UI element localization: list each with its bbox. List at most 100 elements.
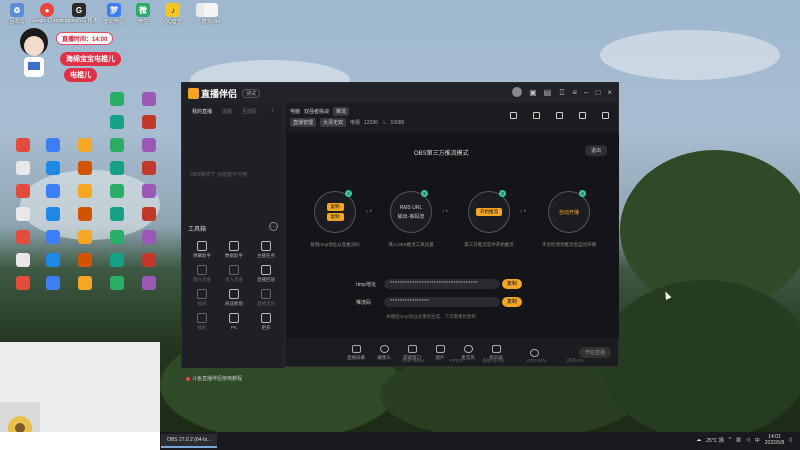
tool-item[interactable]: 数据助手 (218, 241, 250, 259)
clock[interactable]: 14:01 2022/5/8 (765, 434, 784, 446)
app-icon (110, 161, 124, 175)
maximize-icon[interactable]: □ (595, 88, 600, 97)
file-icon (204, 3, 218, 17)
tool-item[interactable]: 直播活动 (250, 289, 282, 307)
rtmp-hint: 关播后rtmp地址会重新生成，下次需重新复制 (386, 314, 476, 319)
system-tray: ☁ 25°C 阴 ^ ▥ ◁ 中 14:01 2022/5/8 ▯ (696, 434, 792, 446)
step-copy-button[interactable]: 复制 (326, 203, 344, 211)
step-start-button[interactable]: 开始推流 (476, 208, 502, 216)
app-icon (16, 253, 30, 267)
tab-my-live[interactable]: 我的直播 (192, 108, 212, 115)
rtmp-field[interactable]: ************************************ (384, 279, 500, 289)
app-icon (110, 276, 124, 290)
user-avatar[interactable] (512, 87, 523, 97)
tool-item[interactable]: 福利 (186, 313, 218, 331)
room-category[interactable]: 双强者挑战 (304, 108, 329, 115)
ime-icon[interactable]: 中 (755, 437, 760, 444)
app-icon (16, 184, 30, 198)
app-icon (46, 230, 60, 244)
tutorial-link[interactable]: 斗鱼直播伴侣使用教程 (192, 375, 242, 382)
push-chip[interactable]: 推流 (333, 107, 350, 116)
left-tabs: 我的直播 话题 互动区 + (182, 103, 284, 120)
anime-character-icon (20, 28, 48, 77)
tutorial-notice[interactable]: 斗鱼直播伴侣使用教程 (186, 375, 242, 382)
step-desc: 填入OBS推流工具设置 (388, 242, 434, 247)
tool-item[interactable]: PK (218, 313, 250, 331)
streamer-name-badge-2: 电棍儿 (64, 68, 97, 82)
desktop-icon[interactable] (68, 276, 102, 306)
step-number: 3 (499, 190, 506, 197)
copy-key-button[interactable]: 复制 (502, 297, 522, 307)
taskbar: OBS 27.0.2 (64-bi... ☁ 25°C 阴 ^ ▥ ◁ 中 14… (0, 432, 800, 450)
tool-icon (197, 313, 207, 323)
app-icon (110, 92, 124, 106)
desktop-icon-file2[interactable]: 酷狗.net (194, 3, 228, 33)
app-icon (16, 230, 30, 244)
network-icon[interactable]: ▥ (736, 437, 741, 443)
tool-item[interactable]: 主播任务 (250, 241, 282, 259)
tray-up-icon[interactable]: ^ (729, 437, 731, 443)
desktop-icon-qqmusic[interactable]: ♪ QQ音乐 (156, 3, 190, 33)
status-cpu: CPU:20% (527, 358, 547, 363)
tool-item[interactable]: 弹幕助手 (186, 241, 218, 259)
copy-rtmp-button[interactable]: 复制 (502, 279, 522, 289)
tool-item[interactable]: 更多 (250, 313, 282, 331)
app-icon (46, 253, 60, 267)
toolbox-grid: 弹幕助手 数据助手 主播任务观众连麦 多人连麦 直播回放福袋 商品橱窗 直播活动福利 PK 更多 (186, 241, 282, 331)
add-icon[interactable]: + (271, 108, 274, 115)
wallpaper-cloud (600, 30, 780, 80)
desktop-icon[interactable] (132, 276, 166, 306)
tab-interact[interactable]: 互动区 (242, 108, 257, 115)
tool-item[interactable]: 多人连麦 (218, 265, 250, 283)
notification-icon[interactable]: ▯ (789, 437, 792, 443)
tool-icon (261, 265, 271, 275)
desktop-icon[interactable] (36, 276, 70, 306)
go-live-button[interactable]: 开始直播 (578, 347, 611, 358)
tool-item[interactable]: 福袋 (186, 289, 218, 307)
app-icon (110, 115, 124, 129)
taskbar-obs[interactable]: OBS 27.0.2 (64-bi... (161, 434, 218, 448)
step-2: 2 RMS URL 输出·串码流 (390, 190, 432, 233)
tool-item[interactable]: 商品橱窗 (218, 289, 250, 307)
stream-key-field[interactable]: **************** (384, 297, 500, 307)
app-icon (46, 207, 60, 221)
tool-item[interactable]: 观众连麦 (186, 265, 218, 283)
share-icon[interactable] (602, 112, 609, 119)
clock-date: 2022/5/8 (764, 440, 785, 446)
tab-topic[interactable]: 话题 (222, 108, 232, 115)
gift-icon[interactable]: ▣ (529, 88, 537, 97)
close-icon[interactable]: × (607, 88, 612, 97)
message-icon[interactable]: ▤ (544, 88, 552, 97)
volume-icon[interactable]: ◁ (746, 437, 750, 443)
rtmp-label: rtmp地址 (356, 282, 377, 288)
camera-icon (379, 345, 389, 353)
app-icon (46, 161, 60, 175)
app-icon (142, 207, 156, 221)
room-sub-chip[interactable]: 大清无双 (320, 118, 347, 127)
desktop-icon[interactable] (6, 276, 40, 306)
gift-box-icon[interactable] (510, 112, 517, 119)
step-desc: 平台检测到推流后自动开播 (542, 242, 596, 247)
room-info: 电脑 双强者挑战 推流 (290, 107, 350, 116)
minimize-icon[interactable]: – (584, 88, 588, 97)
fans-label: 电视 (350, 120, 361, 126)
app-icon (110, 207, 124, 221)
tool-item[interactable]: 直播回放 (250, 265, 282, 283)
exit-button[interactable]: 退出 (584, 145, 607, 156)
app-icon (78, 184, 92, 198)
menu-icon[interactable]: ≡ (572, 88, 577, 97)
bell-icon[interactable] (579, 112, 586, 119)
desktop-icon[interactable] (100, 276, 134, 306)
doc-icon[interactable] (556, 112, 563, 119)
shirt-icon[interactable]: ♖ (558, 88, 565, 97)
store-icon[interactable] (533, 112, 540, 119)
step-copy-button[interactable]: 复制 (326, 213, 344, 221)
step-number: 4 (579, 190, 586, 197)
recycle-bin-icon: ♻ (10, 3, 24, 17)
room-manage-chip[interactable]: 直播管理 (290, 118, 317, 127)
app-icon (46, 138, 60, 152)
control-settings[interactable] (520, 349, 548, 357)
weather-text[interactable]: 25°C 阴 (706, 437, 724, 444)
step-number: 1 (345, 190, 352, 197)
more-icon[interactable]: … (269, 222, 278, 231)
